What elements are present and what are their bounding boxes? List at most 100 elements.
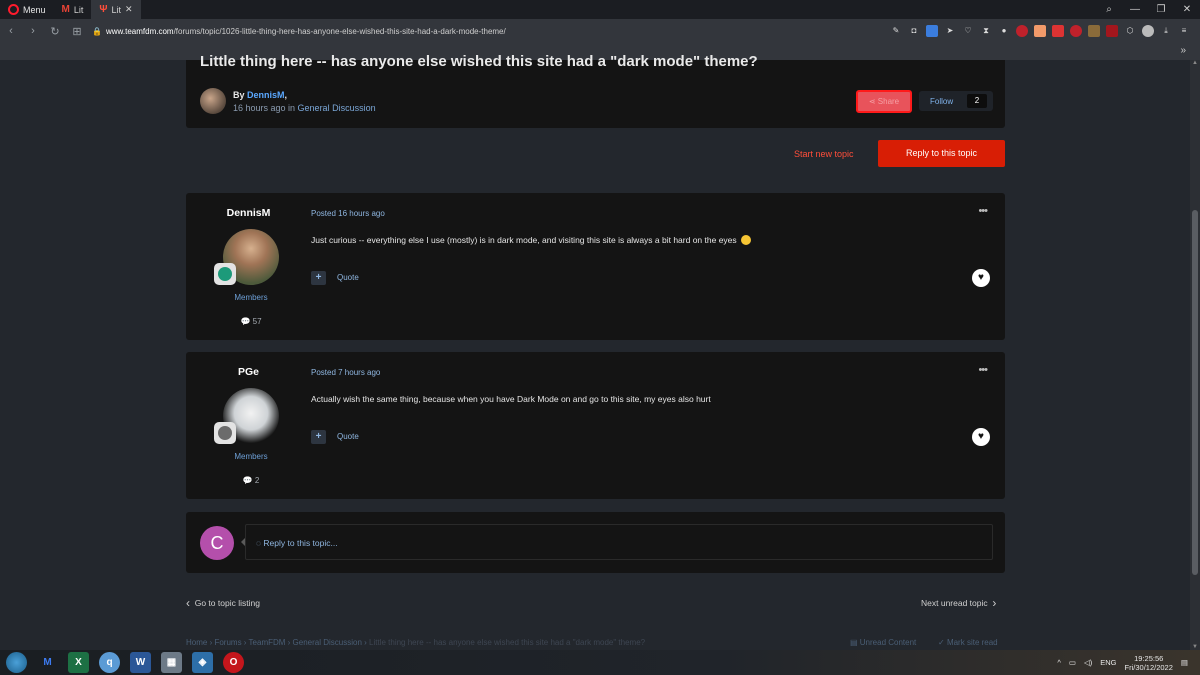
scroll-up-icon[interactable]: ▲: [1190, 60, 1200, 66]
topic-title: Little thing here -- has anyone else wis…: [200, 53, 758, 70]
multiquote-button[interactable]: +: [311, 430, 326, 444]
adblock-icon[interactable]: [1070, 25, 1082, 37]
url-host: www.teamfdm.com: [106, 26, 174, 36]
download-icon[interactable]: ⤓: [1160, 25, 1172, 37]
shield-icon[interactable]: [926, 25, 938, 37]
author-link[interactable]: DennisM: [247, 90, 285, 100]
reply-placeholder: Reply to this topic...: [263, 538, 338, 548]
minimize-icon[interactable]: —: [1122, 4, 1148, 15]
clock-time: 19:25:56: [1134, 653, 1164, 663]
malwarebytes-icon[interactable]: M: [37, 652, 58, 673]
rank-badge-icon: [214, 422, 236, 444]
post-username[interactable]: PGe: [186, 366, 311, 378]
by-prefix: By: [233, 90, 248, 100]
window-controls: ⌕ — ❐ ✕: [1096, 0, 1200, 19]
share-icon: ⋖: [868, 97, 878, 106]
post-options-icon[interactable]: •••: [978, 205, 988, 217]
react-heart-icon[interactable]: ♥: [972, 269, 990, 287]
extension-orange-icon[interactable]: [1034, 25, 1046, 37]
page-scrollbar[interactable]: ▲ ▼: [1190, 60, 1200, 650]
posted-time[interactable]: Posted 7 hours ago: [311, 368, 380, 377]
opera-taskbar-icon[interactable]: O: [223, 652, 244, 673]
hourglass-icon[interactable]: ⧗: [980, 25, 992, 37]
extension-sale-icon[interactable]: [1052, 25, 1064, 37]
chevron-left-icon: ‹: [186, 596, 190, 610]
start-new-topic-link[interactable]: Start new topic: [794, 149, 854, 159]
camera-icon[interactable]: ◘: [908, 25, 920, 37]
lock-icon[interactable]: 🔒: [88, 27, 106, 36]
reload-icon[interactable]: ↻: [44, 25, 66, 38]
start-button-icon[interactable]: [6, 652, 27, 673]
share-button[interactable]: ⋖ Share: [856, 90, 912, 113]
opera-menu-button[interactable]: Menu: [0, 0, 54, 19]
url-field[interactable]: www.teamfdm.com/forums/topic/1026-little…: [106, 27, 890, 36]
opera-logo-icon: [8, 4, 19, 15]
back-icon[interactable]: ‹: [0, 25, 22, 37]
qbittorrent-icon[interactable]: q: [99, 652, 120, 673]
forward-icon[interactable]: ›: [22, 25, 44, 37]
reply-to-topic-button[interactable]: Reply to this topic: [878, 140, 1005, 167]
category-link[interactable]: General Discussion: [298, 103, 376, 113]
notifications-icon[interactable]: ▤: [1181, 658, 1188, 667]
post-options-icon[interactable]: •••: [978, 364, 988, 376]
bookmarks-more-icon[interactable]: »: [1180, 45, 1186, 56]
comment-icon: 💬: [240, 317, 253, 326]
follow-button[interactable]: Follow 2: [919, 91, 993, 111]
next-unread-topic-link[interactable]: Next unread topic ›: [921, 596, 996, 610]
extension-brown-icon[interactable]: [1088, 25, 1100, 37]
profile-icon[interactable]: [1142, 25, 1154, 37]
send-icon[interactable]: ➤: [944, 25, 956, 37]
chevron-right-icon: ›: [992, 596, 997, 610]
cube-icon[interactable]: ⬡: [1124, 25, 1136, 37]
user-group: Members: [234, 293, 268, 302]
language-indicator[interactable]: ENG: [1100, 658, 1116, 667]
extension-icons: ✎ ◘ ➤ ♡ ⧗ ● ⬡ ⤓ ≡: [890, 25, 1200, 37]
tray-chevron-icon[interactable]: ^: [1057, 658, 1061, 667]
clock[interactable]: 19:25:56 Fri/30/12/2022: [1125, 654, 1173, 672]
edit-icon[interactable]: ✎: [890, 25, 902, 37]
mark-read-label: Mark site read: [946, 638, 998, 647]
unread-icon: ▤: [850, 638, 860, 647]
topic-header: Little thing here -- has anyone else wis…: [186, 53, 1005, 128]
author-avatar[interactable]: [200, 88, 226, 114]
breadcrumb-home[interactable]: Home: [186, 638, 207, 647]
volume-icon[interactable]: ◁): [1084, 658, 1092, 667]
close-window-icon[interactable]: ✕: [1174, 4, 1200, 15]
heart-outline-icon[interactable]: ♡: [962, 25, 974, 37]
excel-icon[interactable]: X: [68, 652, 89, 673]
by-suffix: ,: [284, 90, 288, 100]
restore-icon[interactable]: ❐: [1148, 4, 1174, 15]
breadcrumb-forums[interactable]: Forums: [214, 638, 241, 647]
app-blue-icon[interactable]: ◈: [192, 652, 213, 673]
network-icon[interactable]: ▭: [1069, 658, 1076, 667]
quote-button[interactable]: Quote: [337, 432, 359, 441]
extension-badge-icon[interactable]: [1106, 25, 1118, 37]
breadcrumb-current: Little thing here -- has anyone else wis…: [369, 638, 646, 647]
extension-red-icon[interactable]: [1016, 25, 1028, 37]
post-username[interactable]: DennisM: [186, 207, 311, 219]
reply-input[interactable]: ◌ Reply to this topic...: [245, 524, 993, 560]
scroll-thumb[interactable]: [1192, 210, 1198, 575]
word-icon[interactable]: W: [130, 652, 151, 673]
tab-teamfdm[interactable]: Ψ Lit ✕: [91, 0, 141, 19]
breadcrumb-general-discussion[interactable]: General Discussion: [293, 638, 362, 647]
quote-button[interactable]: Quote: [337, 273, 359, 282]
next-unread-label: Next unread topic: [921, 598, 988, 608]
search-tabs-icon[interactable]: ⌕: [1096, 4, 1122, 15]
tab-close-icon[interactable]: ✕: [125, 4, 133, 15]
breadcrumb-teamfdm[interactable]: TeamFDM: [249, 638, 286, 647]
unread-content-link[interactable]: ▤ Unread Content: [850, 638, 916, 647]
go-to-topic-listing-link[interactable]: ‹ Go to topic listing: [186, 596, 260, 610]
posted-time[interactable]: Posted 16 hours ago: [311, 209, 385, 218]
browser-menu-icon[interactable]: ≡: [1178, 25, 1190, 37]
bulb-icon[interactable]: ●: [998, 25, 1010, 37]
mark-site-read-link[interactable]: ✓ Mark site read: [938, 638, 998, 647]
tab-label: Lit: [73, 4, 84, 15]
tab-gmail[interactable]: M Lit: [54, 0, 92, 19]
multiquote-button[interactable]: +: [311, 271, 326, 285]
post-count-value: 2: [254, 476, 260, 485]
post: DennisM Members 💬 57 Posted 16 hours ago…: [186, 193, 1005, 340]
calculator-icon[interactable]: ▦: [161, 652, 182, 673]
react-heart-icon[interactable]: ♥: [972, 428, 990, 446]
tabs-grid-icon[interactable]: ⊞: [66, 25, 88, 38]
